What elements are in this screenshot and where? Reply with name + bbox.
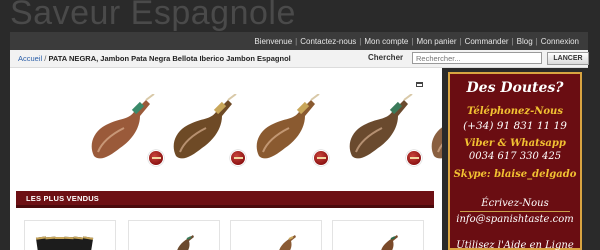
nav-checkout[interactable]: Commander [462,37,512,46]
featured-products-slider [10,68,442,178]
product-card[interactable] [332,220,424,250]
viber-whatsapp-label: Viber & Whatsapp [464,138,566,149]
main-content: LES PLUS VENDUS [10,68,442,250]
sidebar-title: Des Doutes? [466,80,564,96]
breadcrumb: Accueil / PATA NEGRA, Jambon Pata Negra … [18,54,291,63]
featured-product-image[interactable] [170,94,246,166]
product-image[interactable] [271,235,297,250]
product-image[interactable] [169,235,195,250]
sidebar-divider [460,211,570,212]
nav-my-account[interactable]: Mon compte [361,37,411,46]
product-card[interactable] [128,220,220,250]
contact-sidebar: Des Doutes? Téléphonez-Nous (+34) 91 831… [448,72,582,250]
product-image[interactable] [35,233,107,250]
breadcrumb-separator: / [44,54,47,63]
phone-label: Téléphonez-Nous [467,106,563,117]
slider-toggle-icon[interactable] [416,82,423,87]
product-badge-icon [148,150,164,166]
product-card[interactable] [24,220,116,250]
search-label: Chercher [368,53,404,62]
search-button[interactable]: LANCER [547,52,589,65]
email-address[interactable]: info@spanishtaste.com [450,214,580,225]
bestsellers-title: LES PLUS VENDUS [26,194,100,203]
nav-cart[interactable]: Mon panier [413,37,459,46]
featured-product-image[interactable] [346,94,422,166]
product-badge-icon [230,150,246,166]
featured-product-image[interactable] [253,94,329,166]
viber-whatsapp-number[interactable]: 0034 617 330 425 [450,151,580,162]
product-image[interactable] [373,235,399,250]
email-label: Écrivez-Nous [481,198,549,209]
product-card[interactable] [230,220,322,250]
nav-welcome[interactable]: Bienvenue [251,37,295,46]
live-help-link[interactable]: Utilisez l'Aide en Ligne [450,240,580,250]
phone-number[interactable]: (+34) 91 831 11 19 [450,120,580,132]
featured-product-image[interactable] [428,94,442,164]
product-badge-icon [313,150,329,166]
featured-product-image[interactable] [88,94,164,166]
breadcrumb-bar: Accueil / PATA NEGRA, Jambon Pata Negra … [10,50,589,68]
top-navigation: Bienvenue | Contactez-nous | Mon compte … [10,32,588,50]
skype-id[interactable]: Skype: blaise_delgado [450,169,580,180]
breadcrumb-home-link[interactable]: Accueil [18,54,42,63]
product-badge-icon [406,150,422,166]
nav-contact[interactable]: Contactez-nous [297,37,359,46]
nav-login[interactable]: Connexion [538,37,582,46]
search-input[interactable] [412,52,542,64]
breadcrumb-current: PATA NEGRA, Jambon Pata Negra Bellota Ib… [48,54,291,63]
bestsellers-header: LES PLUS VENDUS [16,191,434,208]
site-logo[interactable]: Saveur Espagnole [10,0,296,33]
nav-blog[interactable]: Blog [514,37,536,46]
